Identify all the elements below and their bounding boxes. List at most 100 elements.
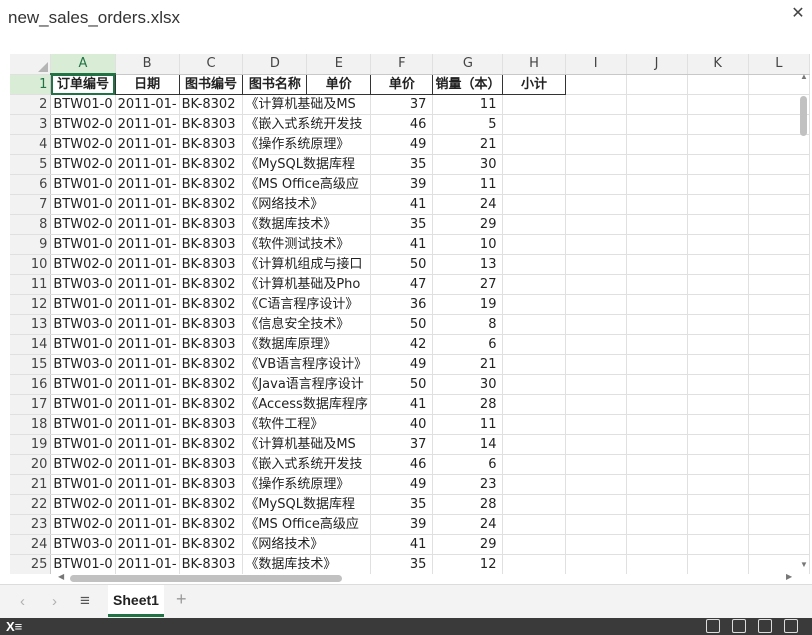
cell[interactable] xyxy=(687,394,749,415)
cell[interactable]: 10 xyxy=(432,234,504,255)
cell[interactable]: 2011-01- xyxy=(115,114,180,135)
row-header[interactable]: 11 xyxy=(10,274,52,295)
row-header[interactable]: 8 xyxy=(10,214,52,235)
column-header-d[interactable]: D xyxy=(242,54,308,75)
cell[interactable]: 《计算机基础及MS xyxy=(242,434,372,455)
cell[interactable] xyxy=(687,414,749,435)
cell[interactable]: 《VB语言程序设计》 xyxy=(242,354,372,375)
cell[interactable]: BK-8302 xyxy=(179,174,244,195)
cell[interactable]: 2011-01- xyxy=(115,374,180,395)
cell[interactable] xyxy=(626,514,688,535)
cell[interactable]: 《数据库技术》 xyxy=(242,214,372,235)
cell[interactable] xyxy=(687,434,749,455)
cell[interactable]: BTW03-0 xyxy=(50,314,116,335)
add-sheet-icon[interactable]: + xyxy=(176,589,187,610)
cell[interactable]: BTW02-0 xyxy=(50,154,116,175)
column-header-k[interactable]: K xyxy=(687,54,749,75)
cell[interactable]: 46 xyxy=(370,114,434,135)
cell[interactable] xyxy=(626,494,688,515)
cell[interactable]: BK-8303 xyxy=(179,474,244,495)
cell[interactable]: 《C语言程序设计》 xyxy=(242,294,372,315)
cell[interactable] xyxy=(626,314,688,335)
cell[interactable] xyxy=(565,94,627,115)
normal-view-icon[interactable] xyxy=(706,619,720,633)
cell[interactable] xyxy=(502,174,566,195)
cell[interactable]: 《网络技术》 xyxy=(242,194,372,215)
cell[interactable]: BK-8302 xyxy=(179,374,244,395)
header-cell[interactable]: 小计 xyxy=(502,73,566,95)
sheet-menu-icon[interactable]: ≡ xyxy=(80,591,90,611)
cell[interactable] xyxy=(502,274,566,295)
column-header-h[interactable]: H xyxy=(502,54,566,75)
row-header[interactable]: 18 xyxy=(10,414,52,435)
cell[interactable]: BK-8303 xyxy=(179,314,244,335)
cell[interactable] xyxy=(687,194,749,215)
fullscreen-icon[interactable] xyxy=(784,619,798,633)
cell[interactable] xyxy=(502,154,566,175)
cell[interactable]: BK-8303 xyxy=(179,414,244,435)
cell[interactable] xyxy=(502,434,566,455)
cell[interactable] xyxy=(565,534,627,555)
cell[interactable] xyxy=(502,374,566,395)
cell[interactable] xyxy=(565,414,627,435)
cell[interactable]: 49 xyxy=(370,474,434,495)
cell[interactable]: BTW01-0 xyxy=(50,174,116,195)
cell[interactable]: BTW01-0 xyxy=(50,434,116,455)
cell[interactable]: 40 xyxy=(370,414,434,435)
cell[interactable] xyxy=(626,354,688,375)
cell[interactable] xyxy=(687,134,749,155)
cell[interactable] xyxy=(565,194,627,215)
cell[interactable] xyxy=(565,114,627,135)
cell[interactable] xyxy=(565,314,627,335)
cell[interactable]: BK-8302 xyxy=(179,494,244,515)
cell[interactable] xyxy=(502,294,566,315)
row-header[interactable]: 20 xyxy=(10,454,52,475)
horizontal-scrollbar[interactable]: ◀ ▶ xyxy=(58,572,798,584)
cell[interactable]: BK-8303 xyxy=(179,454,244,475)
cell[interactable] xyxy=(687,354,749,375)
cell[interactable]: BK-8302 xyxy=(179,514,244,535)
cell[interactable]: 37 xyxy=(370,434,434,455)
cell[interactable]: 6 xyxy=(432,334,504,355)
cell[interactable]: 《MySQL数据库程 xyxy=(242,154,372,175)
cell[interactable] xyxy=(626,274,688,295)
cell[interactable]: 42 xyxy=(370,334,434,355)
cell[interactable]: 8 xyxy=(432,314,504,335)
cell[interactable]: 《数据库原理》 xyxy=(242,334,372,355)
cell[interactable]: 《计算机组成与接口 xyxy=(242,254,372,275)
cell[interactable]: 2011-01- xyxy=(115,534,180,555)
cell[interactable]: BTW01-0 xyxy=(50,94,116,115)
cell[interactable] xyxy=(626,154,688,175)
cell[interactable] xyxy=(626,534,688,555)
cell[interactable] xyxy=(502,514,566,535)
cell[interactable]: 30 xyxy=(432,374,504,395)
cell[interactable] xyxy=(565,474,627,495)
vertical-scrollbar[interactable]: ▲ ▼ xyxy=(798,72,810,572)
cell[interactable]: 2011-01- xyxy=(115,254,180,275)
cell[interactable]: BTW03-0 xyxy=(50,274,116,295)
cell[interactable]: BTW01-0 xyxy=(50,294,116,315)
cell[interactable]: 21 xyxy=(432,354,504,375)
header-cell[interactable]: 销量（本） xyxy=(432,73,504,95)
cell[interactable] xyxy=(626,334,688,355)
cell[interactable] xyxy=(502,354,566,375)
cell[interactable] xyxy=(687,234,749,255)
cell[interactable] xyxy=(565,174,627,195)
cell[interactable]: 28 xyxy=(432,494,504,515)
cell[interactable] xyxy=(626,134,688,155)
cell[interactable]: 28 xyxy=(432,394,504,415)
select-all-corner[interactable] xyxy=(10,54,52,75)
cell[interactable]: 2011-01- xyxy=(115,294,180,315)
row-header[interactable]: 7 xyxy=(10,194,52,215)
cell[interactable] xyxy=(687,214,749,235)
cell[interactable] xyxy=(502,254,566,275)
column-header-i[interactable]: I xyxy=(565,54,627,75)
cell[interactable]: 27 xyxy=(432,274,504,295)
cell[interactable] xyxy=(502,474,566,495)
cell[interactable]: 23 xyxy=(432,474,504,495)
cell[interactable] xyxy=(565,394,627,415)
cell[interactable] xyxy=(626,114,688,135)
page-break-icon[interactable] xyxy=(758,619,772,633)
header-cell[interactable]: 单价 xyxy=(370,73,434,95)
cell[interactable]: 2011-01- xyxy=(115,194,180,215)
